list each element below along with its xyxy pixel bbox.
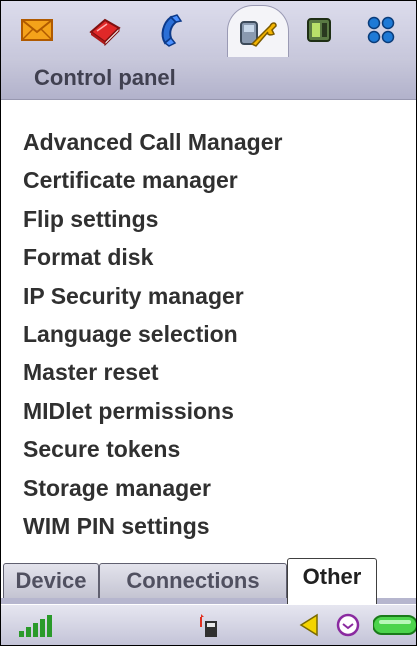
- list-item-midlet-permissions[interactable]: MIDlet permissions: [23, 396, 282, 434]
- title-bar: Control panel: [1, 57, 416, 100]
- list-item-ip-security-manager[interactable]: IP Security manager: [23, 281, 282, 319]
- app-icon-bar: [1, 1, 416, 58]
- settings-list: Advanced Call Manager Certificate manage…: [23, 127, 282, 549]
- book-icon[interactable]: [85, 10, 125, 50]
- tab-other[interactable]: Other: [287, 558, 377, 604]
- signal-strength-icon: [19, 613, 59, 642]
- list-item-language-selection[interactable]: Language selection: [23, 319, 282, 357]
- phone-icon[interactable]: [155, 10, 195, 50]
- battery-icon: [372, 615, 416, 640]
- list-item-master-reset[interactable]: Master reset: [23, 357, 282, 395]
- tab-bar: Device Connections Other: [1, 549, 416, 605]
- grid-icon[interactable]: [361, 10, 401, 50]
- list-item-flip-settings[interactable]: Flip settings: [23, 204, 282, 242]
- list-item-wim-pin-settings[interactable]: WIM PIN settings: [23, 511, 282, 549]
- envelope-icon[interactable]: [17, 10, 57, 50]
- control-panel-icon[interactable]: [227, 5, 289, 58]
- page-title: Control panel: [34, 65, 176, 90]
- tab-device[interactable]: Device: [3, 563, 99, 598]
- phone-screen: Control panel Advanced Call Manager Cert…: [0, 0, 417, 646]
- phone-device-icon[interactable]: [301, 10, 341, 50]
- list-item-format-disk[interactable]: Format disk: [23, 242, 282, 280]
- speaker-icon[interactable]: [297, 613, 321, 642]
- list-item-certificate-manager[interactable]: Certificate manager: [23, 165, 282, 203]
- status-bar: [1, 605, 416, 645]
- clock-icon[interactable]: [335, 612, 361, 643]
- tab-connections[interactable]: Connections: [99, 563, 287, 598]
- list-item-storage-manager[interactable]: Storage manager: [23, 473, 282, 511]
- list-item-advanced-call-manager[interactable]: Advanced Call Manager: [23, 127, 282, 165]
- sim-card-icon: [195, 613, 219, 644]
- list-item-secure-tokens[interactable]: Secure tokens: [23, 434, 282, 472]
